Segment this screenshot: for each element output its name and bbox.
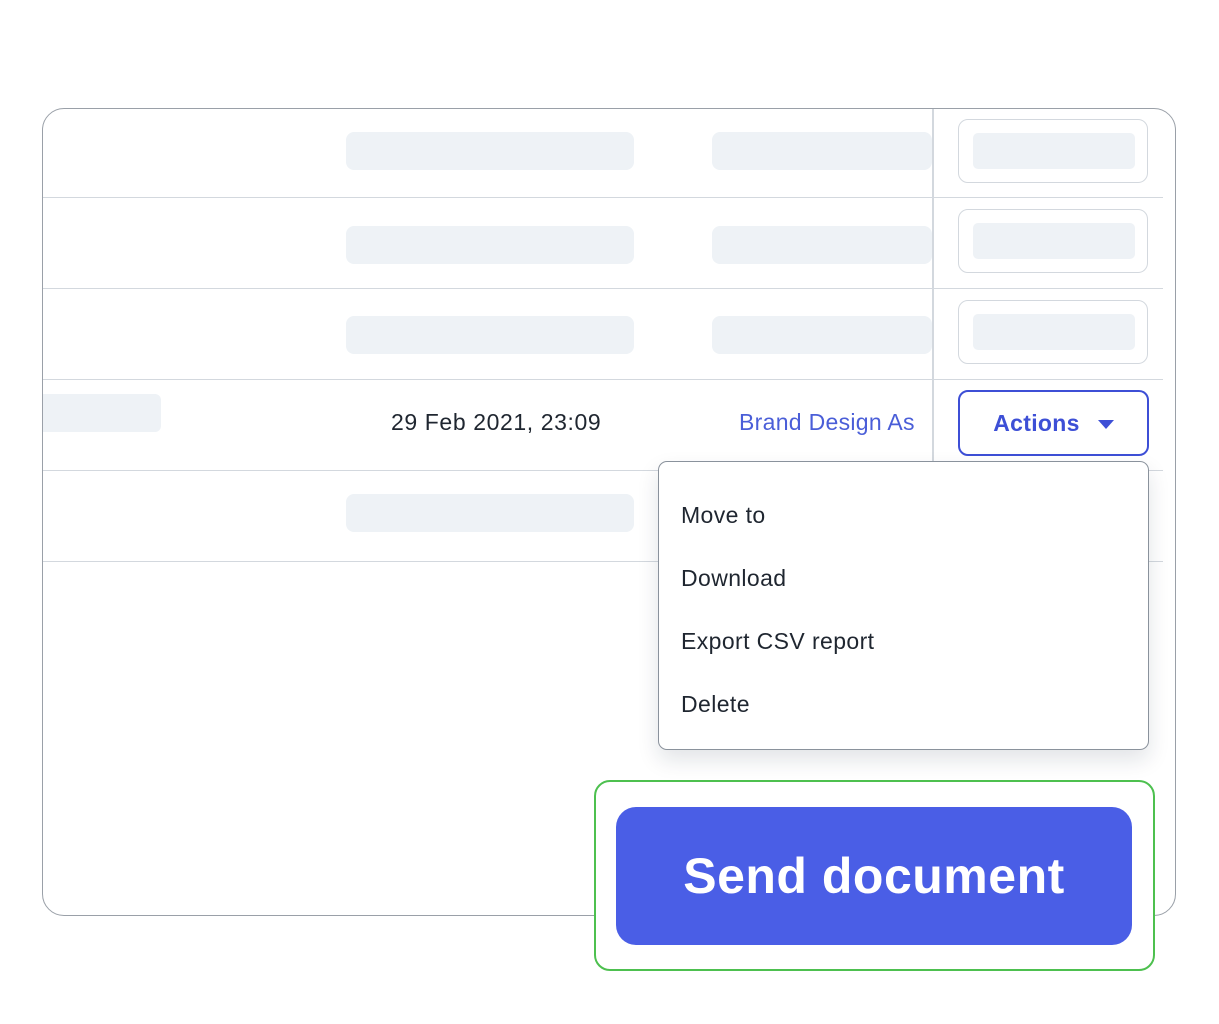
skeleton-actions-button — [958, 300, 1148, 364]
skeleton-folder-cell — [712, 226, 932, 264]
actions-column-divider — [932, 109, 934, 461]
menu-item-download[interactable]: Download — [681, 565, 787, 592]
caret-down-icon — [1097, 419, 1114, 429]
menu-item-delete[interactable]: Delete — [681, 691, 750, 718]
menu-item-move-to[interactable]: Move to — [681, 502, 766, 529]
row-folder-link[interactable]: Brand Design As — [739, 409, 929, 436]
skeleton-folder-cell — [712, 132, 932, 170]
skeleton-date-cell — [346, 226, 634, 264]
skeleton-actions-button — [958, 119, 1148, 183]
skeleton-date-cell — [346, 132, 634, 170]
actions-dropdown-menu: Move to Download Export CSV report Delet… — [658, 461, 1149, 750]
row-date: 29 Feb 2021, 23:09 — [391, 409, 602, 435]
row-divider — [43, 288, 1163, 289]
row-divider — [43, 197, 1163, 198]
skeleton-name-cell — [43, 394, 161, 432]
row-divider — [43, 379, 1163, 380]
send-document-label: Send document — [683, 848, 1065, 904]
skeleton-date-cell — [346, 316, 634, 354]
actions-button[interactable]: Actions — [958, 390, 1149, 456]
skeleton-folder-cell — [712, 316, 932, 354]
actions-button-label: Actions — [993, 409, 1080, 436]
skeleton-actions-button — [958, 209, 1148, 273]
send-document-button[interactable]: Send document — [616, 807, 1132, 945]
menu-item-export-csv[interactable]: Export CSV report — [681, 628, 874, 655]
skeleton-date-cell — [346, 494, 634, 532]
